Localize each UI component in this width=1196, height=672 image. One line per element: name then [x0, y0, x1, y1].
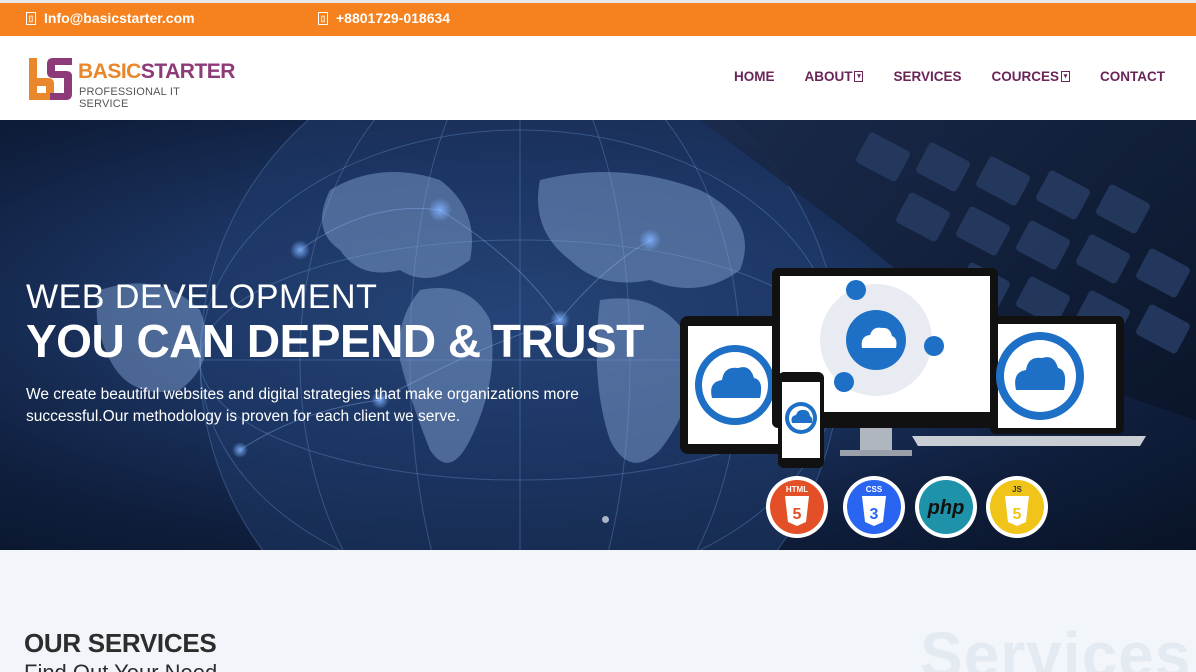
hero-subtitle: WEB DEVELOPMENT	[26, 278, 378, 316]
chevron-down-icon: ▾	[854, 71, 864, 82]
logo-brand-basic: BASIC	[78, 60, 141, 83]
slider-dot[interactable]	[602, 516, 609, 523]
svg-text:HTML: HTML	[786, 485, 808, 494]
nav-contact-label: CONTACT	[1100, 69, 1165, 84]
main-nav: HOME ABOUT ▾ SERVICES COURCES ▾ CONTACT	[704, 69, 1165, 84]
svg-text:5: 5	[793, 506, 802, 523]
logo-tagline: PROFESSIONAL IT SERVICE	[79, 86, 180, 110]
hero-description: We create beautiful websites and digital…	[26, 386, 579, 425]
phone-contact[interactable]: ▯ +8801729-018634	[318, 10, 450, 26]
email-contact[interactable]: ▯ Info@basicstarter.com	[26, 10, 195, 26]
svg-text:php: php	[927, 497, 965, 519]
html5-badge-icon: HTML 5	[766, 476, 828, 538]
nav-services[interactable]: SERVICES	[893, 69, 961, 84]
hero-text-block: WEB DEVELOPMENT YOU CAN DEPEND & TRUST W…	[26, 278, 644, 428]
nav-about[interactable]: ABOUT ▾	[804, 69, 864, 84]
css3-badge-icon: CSS 3	[843, 476, 905, 538]
chevron-down-icon: ▾	[1061, 71, 1070, 82]
nav-cources[interactable]: COURCES ▾	[991, 69, 1070, 84]
hero-slider: HTML 5 CSS 3 php JS 5 WEB DEVELOPMENT YO…	[0, 120, 1196, 550]
site-header: BASICSTARTER PROFESSIONAL IT SERVICE HOM…	[0, 36, 1196, 120]
php-badge-icon: php	[915, 476, 977, 538]
phone-text[interactable]: +8801729-018634	[336, 10, 450, 26]
site-logo[interactable]: BASICSTARTER PROFESSIONAL IT SERVICE	[26, 56, 235, 110]
nav-about-label: ABOUT	[804, 69, 853, 84]
services-watermark: Services	[920, 619, 1192, 672]
nav-services-label: SERVICES	[893, 69, 962, 84]
phone-device	[778, 372, 824, 468]
services-title: OUR SERVICES	[24, 628, 217, 658]
js-badge-icon: JS 5	[986, 476, 1048, 538]
svg-text:3: 3	[870, 506, 879, 523]
phone-icon: ▯	[318, 11, 328, 25]
services-subtitle: Find Out Your Need	[24, 660, 217, 672]
services-section: Services OUR SERVICES Find Out Your Need	[0, 550, 1196, 672]
nav-cources-label: COURCES	[991, 69, 1059, 84]
email-text[interactable]: Info@basicstarter.com	[44, 10, 195, 26]
nav-home[interactable]: HOME	[734, 69, 775, 84]
svg-text:CSS: CSS	[866, 485, 883, 494]
logo-brand: BASICSTARTER	[78, 60, 235, 84]
logo-mark-icon	[26, 56, 74, 104]
svg-text:5: 5	[1013, 506, 1022, 523]
nav-home-label: HOME	[733, 69, 775, 84]
hero-title: YOU CAN DEPEND & TRUST	[26, 315, 644, 367]
logo-brand-starter: STARTER	[140, 60, 236, 83]
top-contact-bar: ▯ Info@basicstarter.com ▯ +8801729-01863…	[0, 0, 1196, 36]
email-icon: ▯	[26, 11, 36, 25]
nav-contact[interactable]: CONTACT	[1100, 69, 1165, 84]
svg-text:JS: JS	[1012, 485, 1022, 494]
